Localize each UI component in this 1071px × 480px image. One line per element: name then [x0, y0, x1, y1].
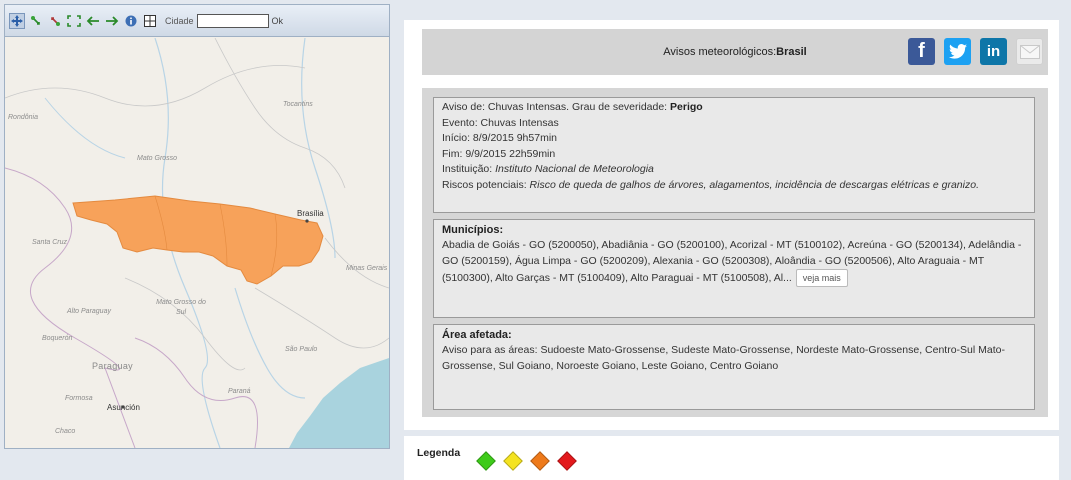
city-label: Cidade: [165, 15, 194, 26]
map-label-sao-paulo: São Paulo: [285, 346, 318, 353]
ok-button[interactable]: Ok: [272, 16, 284, 26]
see-more-button[interactable]: veja mais: [795, 269, 848, 287]
state-border: [5, 65, 306, 107]
warning-type-line: Aviso de: Chuvas Intensas. Grau de sever…: [442, 100, 1026, 116]
back-arrow-icon[interactable]: [85, 13, 101, 29]
mail-icon: [1019, 44, 1040, 59]
warning-body: Aviso de: Chuvas Intensas. Grau de sever…: [422, 88, 1048, 417]
municipalities-box: Municípios: Abadia de Goiás - GO (520005…: [433, 219, 1035, 318]
linkedin-icon: in: [986, 43, 1001, 60]
map-label-minas-gerais: Minas Gerais: [346, 265, 388, 272]
legend-diamond-yellow: [503, 451, 523, 471]
twitter-share-button[interactable]: [944, 38, 971, 65]
legend-card: Legenda: [404, 436, 1059, 480]
event-line: Evento: Chuvas Intensas: [442, 116, 559, 129]
warning-title-location: Brasil: [776, 46, 807, 58]
state-border: [214, 38, 346, 189]
map-label-parana: Paraná: [228, 388, 251, 395]
river: [44, 97, 126, 159]
legend-diamond-red: [557, 451, 577, 471]
legend-label: Legenda: [417, 447, 461, 459]
warning-details-box: Aviso de: Chuvas Intensas. Grau de sever…: [433, 97, 1035, 213]
map-label-mato-grosso: Mato Grosso: [137, 155, 178, 162]
map-label-asuncion: Asunción: [107, 403, 140, 412]
warning-type-label: Aviso de: Chuvas Intensas. Grau de sever…: [442, 101, 671, 113]
institution-value: Instituto Nacional de Meteorologia: [495, 163, 654, 175]
map-label-brasilia: Brasília: [297, 209, 324, 218]
legend-diamond-orange: [530, 451, 550, 471]
facebook-share-button[interactable]: f: [908, 38, 935, 65]
map-label-santa-cruz: Santa Cruz: [32, 239, 68, 246]
state-border: [124, 277, 246, 371]
ocean-area: [289, 358, 389, 448]
zoom-out-icon[interactable]: [47, 13, 63, 29]
facebook-icon: f: [918, 40, 925, 62]
map-label-rondonia: Rondônia: [8, 114, 38, 121]
warning-header: Avisos meteorológicos: Brasil f in: [422, 29, 1048, 75]
email-share-button[interactable]: [1016, 38, 1043, 65]
forward-arrow-icon[interactable]: [104, 13, 120, 29]
warning-title-prefix: Avisos meteorológicos:: [663, 46, 777, 58]
map-toolbar: Cidade Ok: [5, 5, 389, 37]
city-search-input[interactable]: [196, 13, 269, 28]
risks-value: Risco de queda de galhos de árvores, ala…: [529, 178, 979, 191]
severity-value: Perigo: [670, 101, 703, 113]
risks-line: Riscos potenciais: Risco de queda de gal…: [442, 178, 1026, 194]
end-line: Fim: 9/9/2015 22h59min: [442, 147, 556, 160]
map-label-alto-paraguay: Alto Paraguay: [67, 308, 111, 315]
institution-line: Instituição: Instituto Nacional de Meteo…: [442, 162, 1026, 178]
affected-area-box: Área afetada: Aviso para as áreas: Sudoe…: [433, 324, 1035, 410]
river: [234, 287, 306, 399]
zoom-extent-icon[interactable]: [66, 13, 82, 29]
info-icon[interactable]: [123, 13, 139, 29]
grid-icon[interactable]: [142, 13, 158, 29]
map-canvas[interactable]: Tocantins Rondônia Mato Grosso Brasília …: [5, 38, 389, 448]
institution-label: Instituição:: [442, 163, 496, 175]
risks-label: Riscos potenciais:: [442, 178, 530, 191]
pan-icon[interactable]: [9, 12, 25, 29]
municipalities-text: Abadia de Goiás - GO (5200050), Abadiâni…: [442, 239, 1022, 284]
city-dot: [305, 219, 309, 223]
linkedin-share-button[interactable]: in: [980, 38, 1007, 65]
map-label-mato-grosso-do-sul: Mato Grosso do Sul: [156, 299, 206, 316]
map-label-boqueron: Boquerón: [42, 335, 73, 342]
map-label-chaco: Chaco: [55, 428, 76, 435]
state-border: [254, 287, 389, 349]
start-line: Início: 8/9/2015 9h57min: [442, 132, 557, 144]
map-label-tocantins: Tocantins: [283, 101, 313, 108]
municipalities-text-line: Abadia de Goiás - GO (5200050), Abadiâni…: [442, 238, 1026, 287]
zoom-in-icon[interactable]: [28, 13, 44, 29]
affected-area-title: Área afetada:: [442, 329, 512, 341]
legend-diamond-green: [476, 451, 496, 471]
map-label-paraguay: Paraguay: [92, 361, 133, 371]
affected-area-text: Aviso para as áreas: Sudoeste Mato-Gross…: [442, 344, 1005, 372]
map-panel: Cidade Ok Tocantins Rondônia Mato Grosso…: [4, 4, 390, 449]
map-label-formosa: Formosa: [65, 395, 93, 402]
municipalities-title: Municípios:: [442, 224, 504, 236]
twitter-icon: [948, 44, 967, 59]
alert-area-polygon[interactable]: [72, 195, 324, 285]
warning-card: Avisos meteorológicos: Brasil f in Aviso …: [404, 20, 1059, 430]
